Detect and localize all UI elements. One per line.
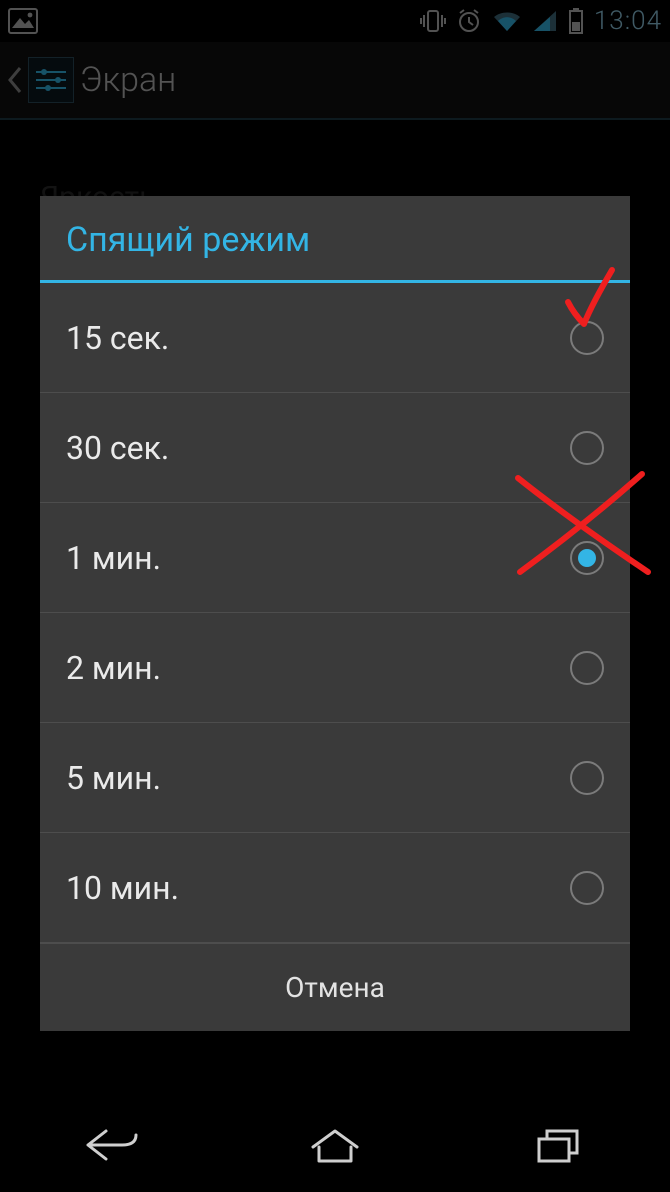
dialog-title: Спящий режим xyxy=(40,196,630,283)
radio-icon xyxy=(570,651,604,685)
navigation-bar xyxy=(0,1098,670,1192)
option-label: 10 мин. xyxy=(66,869,179,907)
option-label: 1 мин. xyxy=(66,539,161,577)
nav-recent-button[interactable] xyxy=(498,1125,618,1165)
option-1min[interactable]: 1 мин. xyxy=(40,503,630,613)
option-label: 30 сек. xyxy=(66,429,169,467)
option-list: 15 сек. 30 сек. 1 мин. 2 мин. 5 мин. 10 … xyxy=(40,283,630,943)
option-30sec[interactable]: 30 сек. xyxy=(40,393,630,503)
option-5min[interactable]: 5 мин. xyxy=(40,723,630,833)
nav-back-button[interactable] xyxy=(52,1125,172,1165)
option-label: 15 сек. xyxy=(66,319,169,357)
option-10min[interactable]: 10 мин. xyxy=(40,833,630,943)
option-2min[interactable]: 2 мин. xyxy=(40,613,630,723)
cancel-button[interactable]: Отмена xyxy=(40,944,630,1031)
radio-icon xyxy=(570,431,604,465)
option-label: 5 мин. xyxy=(66,759,161,797)
sleep-timeout-dialog: Спящий режим 15 сек. 30 сек. 1 мин. 2 ми… xyxy=(40,196,630,1031)
radio-icon xyxy=(570,321,604,355)
nav-home-button[interactable] xyxy=(275,1125,395,1165)
dialog-footer: Отмена xyxy=(40,943,630,1031)
radio-icon xyxy=(570,541,604,575)
option-15sec[interactable]: 15 сек. xyxy=(40,283,630,393)
option-label: 2 мин. xyxy=(66,649,161,687)
radio-icon xyxy=(570,761,604,795)
radio-icon xyxy=(570,871,604,905)
